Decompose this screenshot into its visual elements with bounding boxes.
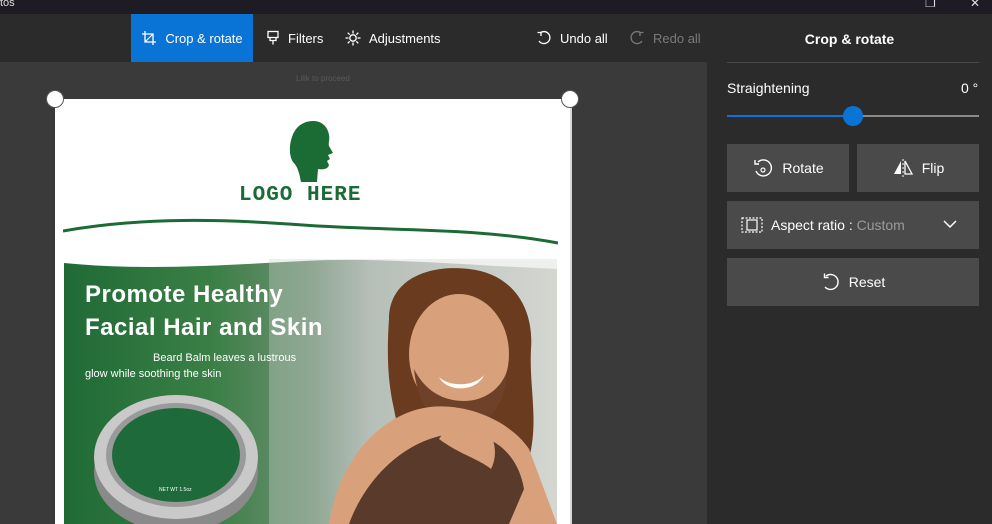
title-bar: tos ❒ ✕ bbox=[0, 0, 992, 14]
reset-icon bbox=[823, 273, 839, 291]
panel-divider bbox=[727, 62, 979, 63]
slider-thumb[interactable] bbox=[843, 106, 863, 126]
filters-label: Filters bbox=[288, 30, 324, 46]
logo-text: LOGO HERE bbox=[239, 184, 362, 207]
rotate-button[interactable]: Rotate bbox=[727, 144, 849, 192]
app-title: tos bbox=[0, 0, 15, 9]
straightening-label: Straightening bbox=[727, 80, 810, 96]
headline-line-1: Promote Healthy bbox=[85, 281, 284, 308]
filters-icon bbox=[267, 30, 279, 45]
wave-divider bbox=[63, 218, 558, 245]
straightening-slider[interactable] bbox=[727, 106, 979, 126]
crop-rotate-tab[interactable]: Crop & rotate bbox=[131, 14, 253, 62]
reset-label: Reset bbox=[848, 274, 886, 290]
panel-title: Crop & rotate bbox=[804, 31, 895, 47]
close-icon[interactable]: ✕ bbox=[970, 0, 980, 10]
slider-track-filled bbox=[727, 115, 853, 117]
crop-rotate-panel: Crop & rotate Straightening 0 ° Rotate F… bbox=[707, 14, 992, 524]
reset-button[interactable]: Reset bbox=[727, 258, 979, 306]
slider-track bbox=[853, 115, 979, 117]
promo-banner: Promote Healthy Facial Hair and Skin Bea… bbox=[64, 259, 557, 524]
canvas-hint: Lilik to proceed bbox=[296, 74, 350, 83]
aspect-ratio-icon bbox=[741, 217, 763, 233]
flip-icon bbox=[893, 159, 913, 177]
straightening-value: 0 ° bbox=[961, 80, 979, 96]
redo-all-label: Redo all bbox=[653, 30, 701, 46]
subtext-line-1: Beard Balm leaves a lustrous bbox=[153, 352, 297, 364]
undo-all-label: Undo all bbox=[560, 30, 608, 46]
subtext-line-2: glow while soothing the skin bbox=[85, 368, 222, 380]
edit-toolbar: Crop & rotate Filters Adjustments Undo a… bbox=[0, 14, 707, 62]
photo-preview[interactable]: LOGO HERE Promote Healthy Facial Hair an… bbox=[55, 99, 572, 524]
crop-handle-top-right[interactable] bbox=[561, 90, 579, 108]
aspect-ratio-value: Custom bbox=[856, 217, 905, 233]
redo-all-button[interactable]: Redo all bbox=[629, 14, 701, 62]
brightness-icon bbox=[345, 30, 361, 46]
restore-icon[interactable]: ❒ bbox=[925, 0, 936, 10]
flip-label: Flip bbox=[921, 160, 945, 176]
silhouette-logo-icon bbox=[289, 121, 333, 182]
crop-handle-top-left[interactable] bbox=[46, 90, 64, 108]
tin-label: NET WT 1.5oz bbox=[159, 487, 192, 493]
adjustments-tab[interactable]: Adjustments bbox=[345, 14, 441, 62]
balm-tin bbox=[94, 395, 258, 524]
chevron-down-icon bbox=[943, 220, 957, 229]
aspect-ratio-dropdown[interactable]: Aspect ratio : Custom bbox=[727, 201, 979, 249]
aspect-ratio-label: Aspect ratio : bbox=[771, 217, 857, 233]
flip-button[interactable]: Flip bbox=[857, 144, 979, 192]
redo-icon bbox=[630, 30, 644, 45]
rotate-label: Rotate bbox=[782, 160, 824, 176]
image-canvas: Lilik to proceed LOGO HERE Promote Healt… bbox=[0, 62, 707, 524]
crop-rotate-label: Crop & rotate bbox=[165, 30, 243, 46]
filters-tab[interactable]: Filters bbox=[266, 14, 323, 62]
undo-icon bbox=[537, 30, 551, 45]
crop-icon bbox=[142, 31, 157, 45]
undo-all-button[interactable]: Undo all bbox=[536, 14, 608, 62]
model-photo bbox=[269, 259, 557, 524]
headline-line-2: Facial Hair and Skin bbox=[85, 314, 324, 341]
rotate-icon bbox=[754, 159, 773, 177]
adjustments-label: Adjustments bbox=[369, 30, 441, 46]
